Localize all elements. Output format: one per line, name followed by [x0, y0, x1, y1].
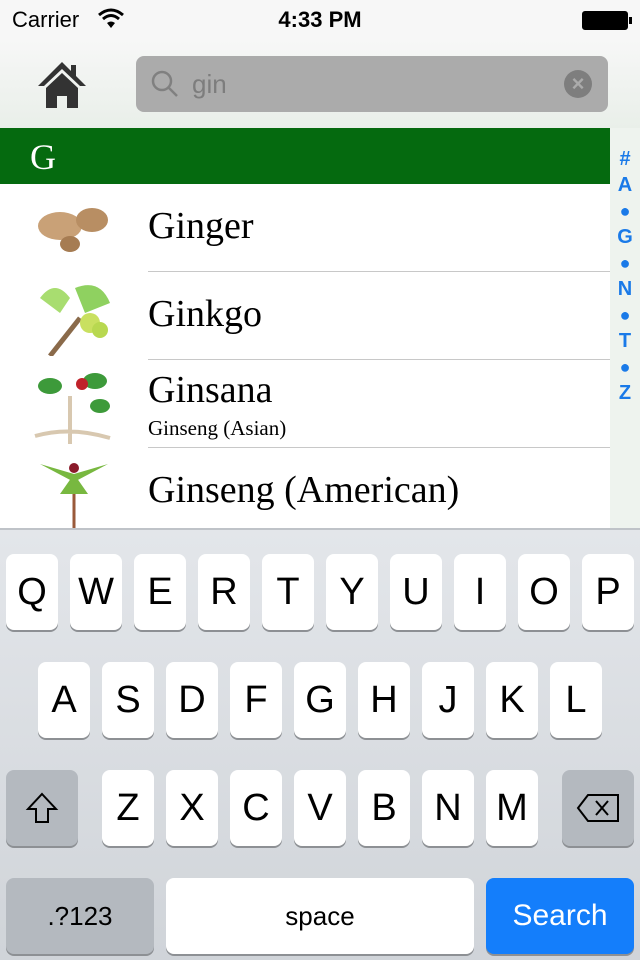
search-icon — [151, 70, 178, 97]
key-v[interactable]: V — [294, 770, 346, 846]
herb-list: Ginger Ginkgo Ginsana Ginseng (Asian) Gi… — [0, 184, 610, 536]
key-i[interactable]: I — [454, 554, 506, 630]
key-c[interactable]: C — [230, 770, 282, 846]
index-entry[interactable]: G — [610, 224, 640, 250]
key-b[interactable]: B — [358, 770, 410, 846]
index-entry[interactable]: T — [610, 328, 640, 354]
item-title: Ginkgo — [148, 293, 262, 335]
index-entry[interactable]: ● — [610, 250, 640, 276]
key-l[interactable]: L — [550, 662, 602, 738]
list-item[interactable]: Ginseng (American) — [0, 448, 610, 536]
item-subtitle: Ginseng (Asian) — [148, 416, 287, 440]
key-u[interactable]: U — [390, 554, 442, 630]
ginseng-asian-image — [34, 373, 111, 444]
key-n[interactable]: N — [422, 770, 474, 846]
section-index[interactable]: # A ● G ● N ● T ● Z — [610, 128, 640, 528]
shift-icon — [25, 792, 59, 823]
list-item[interactable]: Ginkgo — [0, 272, 610, 360]
key-q[interactable]: Q — [6, 554, 58, 630]
numbers-key[interactable]: .?123 — [6, 878, 154, 954]
delete-key[interactable] — [562, 770, 634, 846]
list-item[interactable]: Ginger — [0, 184, 610, 272]
index-entry[interactable]: # — [610, 146, 640, 172]
keyboard: .?123 space Search QWERTYUIOP ASDFGHJKL ZX… — [0, 528, 640, 960]
space-key[interactable]: space — [166, 878, 474, 954]
key-x[interactable]: X — [166, 770, 218, 846]
key-g[interactable]: G — [294, 662, 346, 738]
key-h[interactable]: H — [358, 662, 410, 738]
clear-icon[interactable]: × — [564, 70, 592, 98]
ginger-image — [38, 208, 108, 252]
index-entry[interactable]: Z — [610, 380, 640, 406]
index-entry[interactable]: N — [610, 276, 640, 302]
key-r[interactable]: R — [198, 554, 250, 630]
item-title: Ginsana — [148, 369, 273, 411]
list-item[interactable]: Ginsana Ginseng (Asian) — [0, 360, 610, 448]
home-icon[interactable] — [36, 60, 88, 110]
shift-key[interactable] — [6, 770, 78, 846]
search-input[interactable] — [192, 64, 552, 104]
search-field[interactable]: × — [136, 56, 608, 112]
key-p[interactable]: P — [582, 554, 634, 630]
key-s[interactable]: S — [102, 662, 154, 738]
battery-icon — [582, 11, 632, 30]
index-entry[interactable]: A — [610, 172, 640, 198]
ginseng-american-image — [40, 463, 108, 532]
key-o[interactable]: O — [518, 554, 570, 630]
key-z[interactable]: Z — [102, 770, 154, 846]
key-j[interactable]: J — [422, 662, 474, 738]
index-entry[interactable]: ● — [610, 198, 640, 224]
index-entry[interactable]: ● — [610, 302, 640, 328]
ginkgo-image — [40, 285, 110, 356]
search-key[interactable]: Search — [486, 878, 634, 954]
key-y[interactable]: Y — [326, 554, 378, 630]
key-f[interactable]: F — [230, 662, 282, 738]
status-bar: Carrier 4:33 PM — [0, 0, 640, 40]
section-header: G — [0, 128, 610, 184]
key-d[interactable]: D — [166, 662, 218, 738]
key-w[interactable]: W — [70, 554, 122, 630]
item-title: Ginseng (American) — [148, 469, 460, 511]
backspace-icon — [576, 794, 619, 822]
nav-bar: × — [0, 40, 640, 128]
key-e[interactable]: E — [134, 554, 186, 630]
key-a[interactable]: A — [38, 662, 90, 738]
index-entry[interactable]: ● — [610, 354, 640, 380]
clock: 4:33 PM — [278, 7, 362, 32]
key-m[interactable]: M — [486, 770, 538, 846]
key-t[interactable]: T — [262, 554, 314, 630]
item-title: Ginger — [148, 205, 254, 247]
key-k[interactable]: K — [486, 662, 538, 738]
